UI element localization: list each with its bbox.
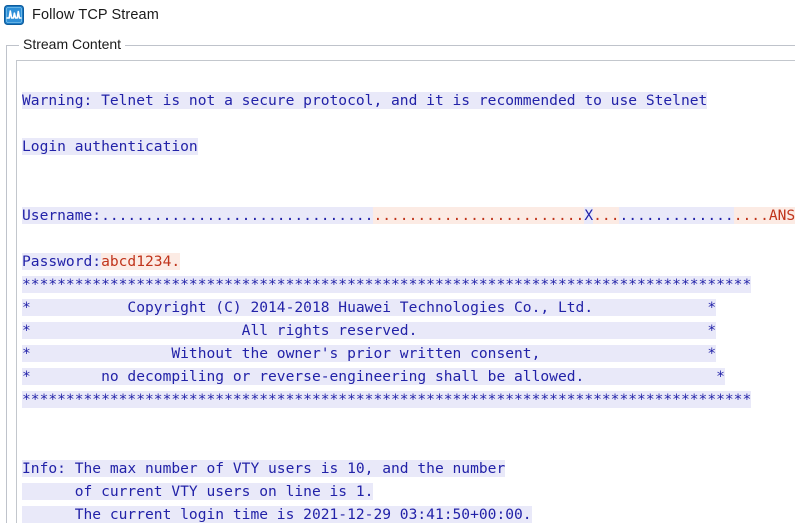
client-text-segment: * Without the owner's prior written cons… [22,345,717,362]
server-text-segment: ....ANSI..uu11 [733,207,795,224]
server-text-segment: ........................ [373,207,585,224]
stream-line [22,227,795,250]
stream-line: * Copyright (C) 2014-2018 Huawei Technol… [22,296,795,319]
stream-line: The current login time is 2021-12-29 03:… [22,503,795,523]
client-text-segment: ****************************************… [22,391,752,408]
stream-content-groupbox: Stream Content Warning: Telnet is not a … [6,36,795,523]
client-text-segment: ****************************************… [22,276,752,293]
server-text-segment: abcd1234. [101,253,181,270]
stream-line [22,158,795,181]
stream-line: * no decompiling or reverse-engineering … [22,365,795,388]
stream-line: * Without the owner's prior written cons… [22,342,795,365]
stream-line: ****************************************… [22,273,795,296]
stream-line [22,181,795,204]
stream-line: * All rights reserved. * [22,319,795,342]
stream-line [22,66,795,89]
wireshark-icon [4,5,24,25]
title-bar: Follow TCP Stream [0,0,795,30]
client-text-segment: Username:............................... [22,207,374,224]
client-text-segment: The current login time is 2021-12-29 03:… [22,506,532,523]
stream-line: ****************************************… [22,388,795,411]
client-text-segment: Warning: Telnet is not a secure protocol… [22,92,708,109]
stream-line: Warning: Telnet is not a secure protocol… [22,89,795,112]
client-text-segment: * All rights reserved. * [22,322,717,339]
stream-line: of current VTY users on line is 1. [22,480,795,503]
stream-line: Password:abcd1234. [22,250,795,273]
client-text-segment: ............. [619,207,734,224]
client-text-segment: Password: [22,253,102,270]
stream-content-textarea[interactable]: Warning: Telnet is not a secure protocol… [16,60,795,523]
client-text-segment: Info: The max number of VTY users is 10,… [22,460,506,477]
stream-line: Username:...............................… [22,204,795,227]
stream-line [22,411,795,434]
stream-line [22,112,795,135]
follow-tcp-stream-window: Follow TCP Stream Stream Content Warning… [0,0,795,523]
stream-content-label: Stream Content [19,36,126,52]
stream-line [22,434,795,457]
client-text-segment: of current VTY users on line is 1. [22,483,374,500]
stream-line: Info: The max number of VTY users is 10,… [22,457,795,480]
client-text-segment: X [584,207,594,224]
server-text-segment: ... [593,207,620,224]
stream-text[interactable]: Warning: Telnet is not a secure protocol… [22,66,795,523]
client-text-segment: * Copyright (C) 2014-2018 Huawei Technol… [22,299,717,316]
client-text-segment: * no decompiling or reverse-engineering … [22,368,725,385]
client-text-segment: Login authentication [22,138,198,155]
window-title: Follow TCP Stream [32,7,159,23]
stream-line: Login authentication [22,135,795,158]
